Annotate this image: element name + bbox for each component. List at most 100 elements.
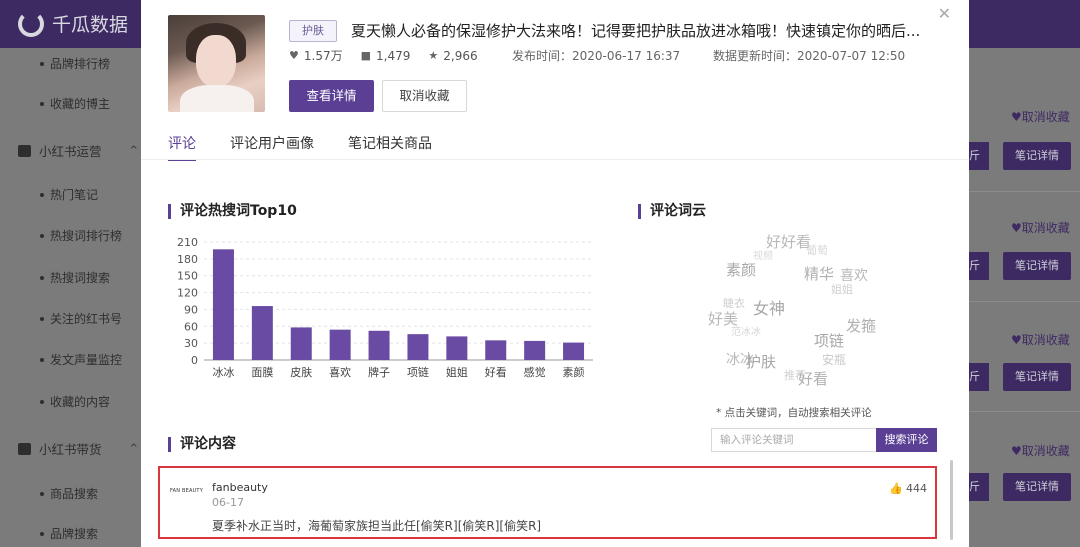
update-value: 2020-07-07 12:50	[797, 49, 906, 63]
unfavorite-link[interactable]: ♥取消收藏	[1011, 108, 1070, 125]
bar[interactable]	[251, 306, 273, 360]
sidebar-item-label: 热搜词排行榜	[50, 229, 123, 243]
sidebar-item-label: 热门笔记	[50, 188, 99, 202]
partial-button[interactable]: 斤	[969, 473, 989, 501]
word-cloud-term[interactable]: 葡萄	[806, 242, 828, 258]
unfavorite-link[interactable]: ♥取消收藏	[1011, 219, 1070, 236]
sidebar-item-followed-accounts[interactable]: 关注的红书号	[40, 310, 122, 327]
y-tick-label: 120	[177, 287, 198, 300]
sidebar-item-volume-monitor[interactable]: 发文声量监控	[40, 351, 122, 368]
word-cloud: 好好看 葡萄 视频 素颜 精华 喜欢 姐姐 女神 睫衣 好美 发箍 项链 范冰冰 冰冰 护肤 安瓶 推荐 好看	[696, 225, 886, 390]
logo-icon	[18, 10, 44, 37]
bullet-icon	[40, 192, 44, 197]
sidebar-item-product-search[interactable]: 商品搜索	[40, 485, 98, 502]
sidebar-item-hot-search-ranking[interactable]: 热搜词排行榜	[40, 227, 122, 244]
bar[interactable]	[212, 249, 234, 360]
bar[interactable]	[563, 342, 585, 360]
view-detail-button[interactable]: 查看详情	[289, 80, 374, 112]
comments-count: 1,479	[376, 48, 411, 63]
y-tick-label: 90	[184, 303, 198, 316]
tab-divider	[141, 159, 969, 160]
tab-comments[interactable]: 评论	[168, 133, 196, 161]
note-detail-button[interactable]: 笔记详情	[1003, 252, 1071, 280]
word-cloud-term[interactable]: 女神	[753, 295, 785, 319]
unfavorite-button[interactable]: 取消收藏	[382, 80, 467, 112]
cover-face-shape	[196, 35, 236, 87]
partial-button[interactable]: 斤	[969, 363, 989, 391]
word-cloud-term[interactable]: 发箍	[846, 315, 876, 336]
x-tick-label: 项链	[407, 365, 429, 379]
bar[interactable]	[524, 340, 546, 360]
comment-search: 搜索评论	[711, 428, 937, 452]
word-cloud-term[interactable]: 安瓶	[822, 351, 846, 368]
row-divider	[969, 411, 1080, 412]
sidebar-item-label: 收藏的博主	[50, 97, 111, 111]
sidebar-item-brand-ranking[interactable]: 品牌排行榜	[40, 55, 110, 72]
tab-related-products[interactable]: 笔记相关商品	[348, 133, 432, 161]
sidebar-item-brand-search[interactable]: 品牌搜索	[40, 525, 98, 542]
y-tick-label: 180	[177, 253, 198, 266]
collects-count: 2,966	[443, 48, 478, 63]
comment-date: 06-17	[212, 496, 244, 509]
note-detail-button[interactable]: 笔记详情	[1003, 142, 1071, 170]
y-tick-label: 60	[184, 320, 198, 333]
bar[interactable]	[290, 327, 312, 360]
likes-count: 1.57万	[303, 49, 343, 63]
avatar[interactable]: FAN BEAUTY	[170, 488, 208, 494]
app-logo[interactable]: 千瓜数据	[18, 10, 128, 37]
sidebar-item-label: 收藏的内容	[50, 395, 111, 409]
bullet-icon	[40, 101, 44, 106]
comments-stat: ■ 1,479	[361, 49, 411, 63]
word-cloud-term[interactable]: 护肤	[746, 351, 776, 372]
bar[interactable]	[368, 330, 390, 360]
bar[interactable]	[485, 340, 507, 360]
unfavorite-link[interactable]: ♥取消收藏	[1011, 442, 1070, 459]
sidebar-item-favorite-content[interactable]: 收藏的内容	[40, 393, 110, 410]
word-cloud-term[interactable]: 素颜	[726, 259, 756, 280]
search-comment-button[interactable]: 搜索评论	[876, 428, 937, 452]
word-cloud-term[interactable]: 项链	[814, 330, 844, 351]
heart-icon: ♥	[289, 49, 299, 62]
sidebar-item-favorite-bloggers[interactable]: 收藏的博主	[40, 95, 110, 112]
word-cloud-term[interactable]: 姐姐	[831, 281, 853, 297]
sidebar-item-hot-search[interactable]: 热搜词搜索	[40, 269, 110, 286]
bullet-icon	[40, 275, 44, 280]
partial-button[interactable]: 斤	[969, 142, 989, 170]
sidebar-group-xhs-commerce[interactable]: 小红书带货 ^	[18, 439, 138, 458]
comment-search-input[interactable]	[711, 428, 876, 452]
note-detail-button[interactable]: 笔记详情	[1003, 363, 1071, 391]
word-cloud-term[interactable]: 好看	[798, 368, 828, 389]
y-tick-label: 150	[177, 270, 198, 283]
comment-icon: ■	[360, 49, 372, 62]
sidebar-group-label: 小红书运营	[39, 144, 102, 159]
publish-label: 发布时间：	[512, 49, 573, 63]
note-detail-button[interactable]: 笔记详情	[1003, 473, 1071, 501]
bar[interactable]	[446, 336, 468, 360]
unfavorite-link[interactable]: ♥取消收藏	[1011, 331, 1070, 348]
note-title: 夏天懒人必备的保湿修护大法来咯！记得要把护肤品放进冰箱哦！快速镇定你的晒后...	[351, 22, 921, 40]
x-tick-label: 皮肤	[290, 365, 312, 379]
bar[interactable]	[407, 334, 429, 360]
chevron-up-icon: ^	[129, 145, 138, 156]
y-tick-label: 210	[177, 236, 198, 249]
sidebar-group-xhs-operation[interactable]: 小红书运营 ^	[18, 141, 138, 160]
chevron-up-icon: ^	[129, 443, 138, 454]
y-tick-label: 0	[191, 354, 198, 367]
sidebar-item-label: 热搜词搜索	[50, 271, 111, 285]
sidebar-item-hot-notes[interactable]: 热门笔记	[40, 186, 98, 203]
word-cloud-term[interactable]: 精华	[804, 263, 834, 284]
note-detail-modal: ✕ 护肤 夏天懒人必备的保湿修护大法来咯！记得要把护肤品放进冰箱哦！快速镇定你的…	[141, 0, 969, 547]
thumbs-up-icon: 👍	[889, 482, 903, 495]
scrollbar[interactable]	[950, 460, 953, 540]
comment-text: 夏季补水正当时，海葡萄家族担当此任[偷笑R][偷笑R][偷笑R]	[212, 519, 542, 533]
x-tick-label: 冰冰	[212, 366, 234, 379]
word-cloud-note: * 点击关键词，自动搜索相关评论	[716, 407, 872, 419]
bar[interactable]	[329, 329, 351, 360]
note-cover-image[interactable]	[168, 15, 265, 112]
tab-user-profile[interactable]: 评论用户画像	[230, 133, 314, 161]
comment-username[interactable]: fanbeauty	[212, 481, 268, 494]
row-divider	[969, 191, 1080, 192]
word-cloud-title: 评论词云	[638, 204, 706, 219]
partial-button[interactable]: 斤	[969, 252, 989, 280]
word-cloud-term[interactable]: 范冰冰	[731, 323, 761, 338]
